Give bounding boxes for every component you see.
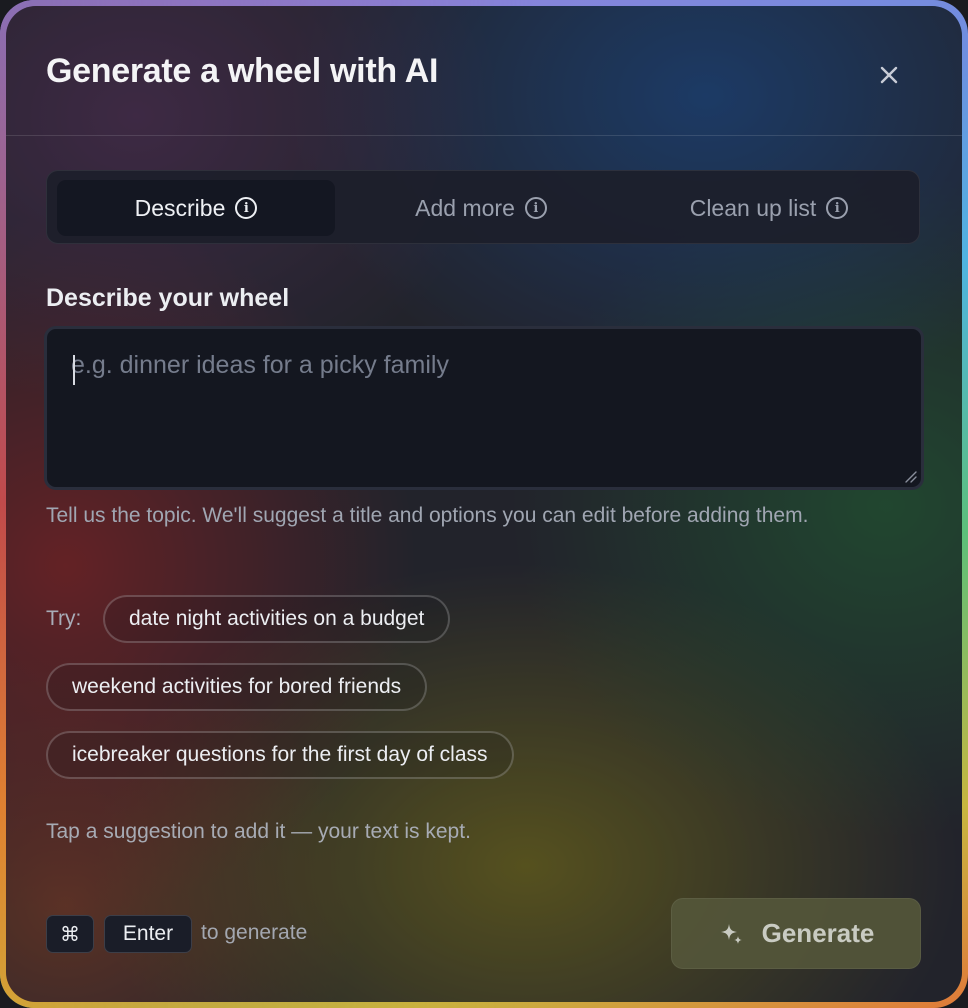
command-key: ⌘ (46, 915, 94, 953)
describe-field-wrapper (44, 326, 924, 490)
tab-add-more[interactable]: Add more i (342, 180, 620, 236)
mode-tabs: Describe i Add more i Clean up list i (46, 170, 920, 244)
header-divider (6, 135, 962, 136)
dialog-title: Generate a wheel with AI (46, 52, 439, 90)
tab-add-more-label: Add more (415, 194, 515, 221)
suggestion-hint: Tap a suggestion to add it — your text i… (46, 820, 471, 843)
text-caret (73, 355, 75, 385)
try-label: Try: (46, 607, 82, 630)
generate-button[interactable]: Generate (671, 898, 921, 969)
tab-clean-up-list-label: Clean up list (689, 194, 817, 221)
suggestion-chip[interactable]: weekend activities for bored friends (46, 663, 428, 711)
tab-describe[interactable]: Describe i (57, 180, 335, 236)
close-button[interactable] (872, 58, 906, 92)
tab-clean-up-list[interactable]: Clean up list i (627, 180, 911, 236)
generate-wheel-dialog: Generate a wheel with AI Describe i Add … (6, 6, 962, 1002)
sparkle-icon (720, 923, 742, 944)
generate-label: Generate (761, 918, 875, 948)
suggestion-chip[interactable]: icebreaker questions for the first day o… (46, 731, 514, 779)
shortcut-hint: to generate (201, 921, 308, 944)
suggestion-chip[interactable]: date night activities on a budget (103, 595, 451, 643)
info-icon[interactable]: i (235, 197, 258, 219)
info-icon[interactable]: i (826, 197, 849, 219)
describe-hint: Tell us the topic. We'll suggest a title… (46, 504, 809, 527)
close-icon (880, 66, 898, 84)
enter-key: Enter (104, 915, 192, 953)
info-icon[interactable]: i (524, 197, 547, 219)
describe-textarea[interactable] (47, 329, 921, 487)
describe-label: Describe your wheel (46, 284, 290, 312)
resize-handle-icon[interactable] (903, 469, 917, 483)
tab-describe-label: Describe (134, 194, 226, 221)
